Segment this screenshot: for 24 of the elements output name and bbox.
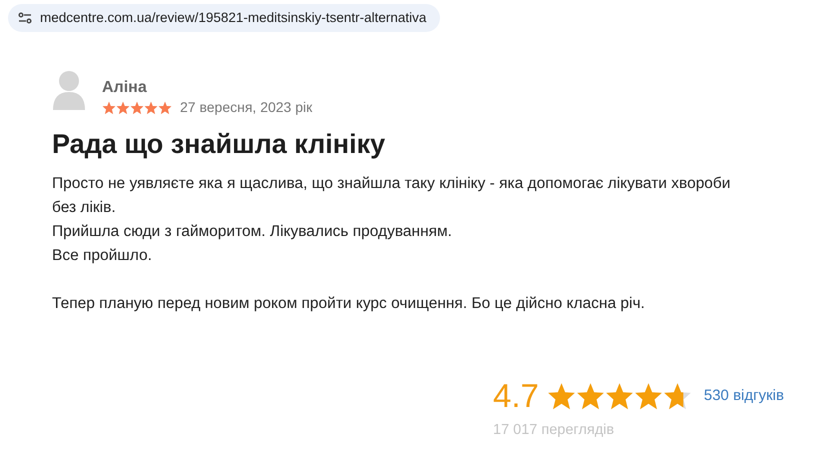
star-icon xyxy=(144,100,158,114)
star-icon xyxy=(130,100,144,114)
star-icon xyxy=(102,100,116,114)
star-icon xyxy=(604,382,634,410)
star-icon xyxy=(576,382,605,410)
star-icon xyxy=(116,100,130,114)
review-text: Все пройшло. xyxy=(52,246,153,266)
review-text: Просто не уявляєте яка я щаслива, що знайшла таку клініку - яка допомогає лікувати хвороби без ліків. xyxy=(52,174,732,218)
rating-value: 4.7 xyxy=(493,378,539,414)
reviews-link[interactable]: 530 відгуків xyxy=(704,384,784,408)
review-text: Тепер планую перед новим роком пройти курс очищення. Бо це дійсно класна річ. xyxy=(52,294,646,314)
url-text: medcentre.com.ua/review/195821-meditsinskiy-tsentr-alternativa xyxy=(40,8,426,27)
site-settings-icon[interactable] xyxy=(18,12,32,24)
author-name: Аліна xyxy=(102,78,148,97)
address-bar[interactable]: medcentre.com.ua/review/195821-meditsinskiy-tsentr-alternativa xyxy=(8,4,440,32)
star-icon xyxy=(546,382,576,410)
star-icon xyxy=(662,382,692,410)
review-text: Прийшла сюди з гайморитом. Лікувались продуванням. xyxy=(52,222,453,242)
view-count: 17 017 переглядів xyxy=(493,421,616,440)
star-icon xyxy=(634,382,663,410)
review-title: Рада що знайшла клініку xyxy=(52,128,386,160)
star-icon xyxy=(158,100,172,114)
review-date: 27 вересня, 2023 рік xyxy=(180,98,312,117)
avatar-icon xyxy=(52,70,86,110)
